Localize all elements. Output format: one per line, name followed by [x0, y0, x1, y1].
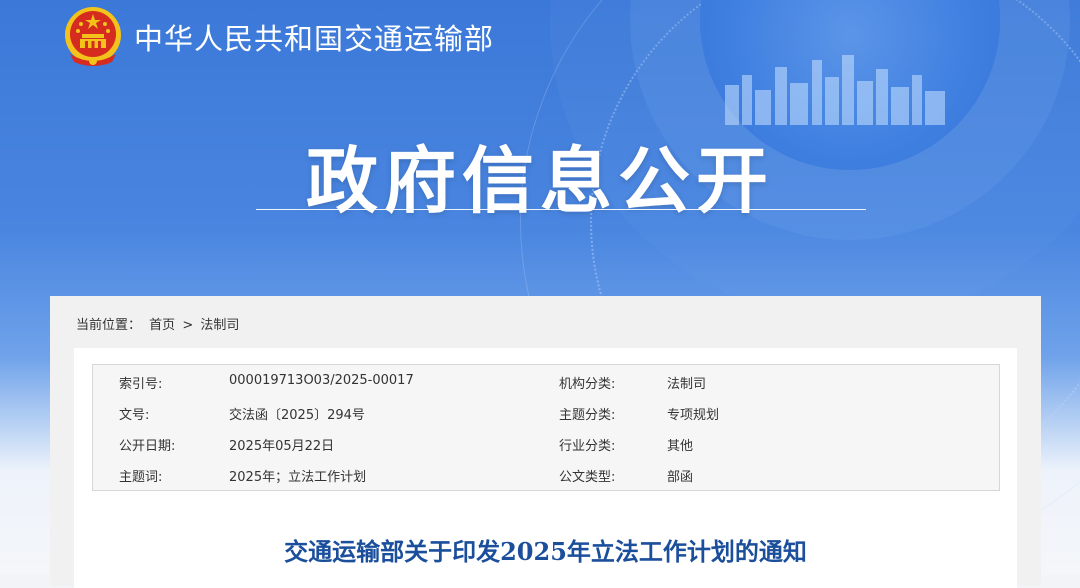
doc-number-value: 交法函〔2025〕294号: [229, 408, 365, 423]
breadcrumb-home-link[interactable]: 首页: [149, 318, 175, 333]
org-category-value: 法制司: [667, 377, 707, 392]
metadata-table: 索引号: 000019713O03/2025-00017 机构分类: 法制司 文…: [92, 364, 1000, 491]
keywords-label: 主题词:: [119, 470, 163, 485]
publish-date-value: 2025年05月22日: [229, 439, 335, 454]
breadcrumb: 当前位置： 首页 > 法制司: [76, 314, 239, 333]
title-underline: [256, 209, 866, 210]
topic-category-value: 专项规划: [667, 408, 720, 423]
breadcrumb-prefix: 当前位置：: [76, 318, 142, 333]
metadata-row: 公开日期: 2025年05月22日 行业分类: 其他: [93, 427, 999, 458]
doc-number-label: 文号:: [119, 408, 150, 423]
document-card: 索引号: 000019713O03/2025-00017 机构分类: 法制司 文…: [74, 348, 1017, 588]
keywords-value: 2025年；立法工作计划: [229, 470, 367, 485]
org-category-label: 机构分类:: [559, 377, 616, 392]
doc-type-value: 部函: [667, 470, 694, 485]
metadata-row: 文号: 交法函〔2025〕294号 主题分类: 专项规划: [93, 396, 999, 427]
site-name[interactable]: 中华人民共和国交通运输部: [134, 16, 494, 58]
industry-category-label: 行业分类:: [559, 439, 616, 454]
industry-category-value: 其他: [667, 439, 694, 454]
index-label: 索引号:: [119, 377, 163, 392]
doc-type-label: 公文类型:: [559, 470, 616, 485]
metadata-row: 主题词: 2025年；立法工作计划 公文类型: 部函: [93, 458, 999, 489]
national-emblem-icon[interactable]: [62, 4, 124, 70]
page-title: 政府信息公开: [305, 138, 774, 223]
index-value: 000019713O03/2025-00017: [229, 373, 414, 388]
topic-category-label: 主题分类:: [559, 408, 616, 423]
breadcrumb-department-link[interactable]: 法制司: [200, 318, 239, 333]
publish-date-label: 公开日期:: [119, 439, 176, 454]
document-title: 交通运输部关于印发2025年立法工作计划的通知: [284, 537, 807, 566]
metadata-row: 索引号: 000019713O03/2025-00017 机构分类: 法制司: [93, 365, 999, 396]
content-panel: 当前位置： 首页 > 法制司 索引号: 000019713O03/2025-00…: [50, 296, 1041, 588]
city-skyline-icon: [725, 55, 945, 125]
breadcrumb-separator: >: [182, 318, 194, 333]
